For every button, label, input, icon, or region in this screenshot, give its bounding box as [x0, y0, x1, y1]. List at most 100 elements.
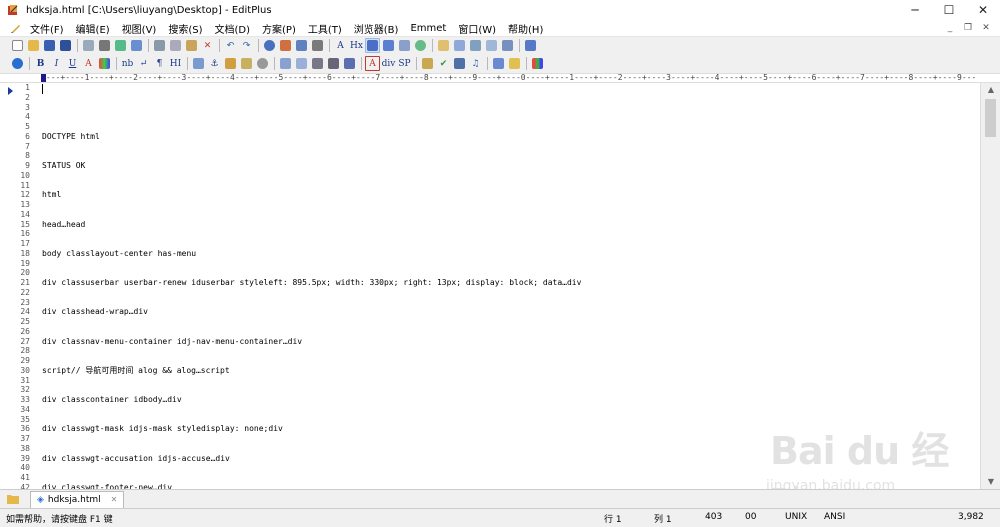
font-size-up-icon[interactable]: A — [333, 38, 348, 53]
span-button[interactable]: SP — [397, 56, 412, 71]
code-line[interactable] — [42, 356, 980, 366]
menu-browser[interactable]: 浏览器(B) — [348, 21, 405, 36]
code-line[interactable] — [42, 288, 980, 298]
open-file-icon[interactable] — [26, 38, 41, 53]
bold-button[interactable]: B — [33, 56, 48, 71]
delete-icon[interactable]: ✕ — [200, 38, 215, 53]
code-line[interactable] — [42, 259, 980, 269]
menu-project[interactable]: 方案(P) — [256, 21, 302, 36]
code-line[interactable] — [42, 473, 980, 483]
code-line[interactable] — [42, 346, 980, 356]
paste-icon[interactable] — [184, 38, 199, 53]
cliptext-window-icon[interactable] — [452, 38, 467, 53]
undo-icon[interactable]: ↶ — [223, 38, 238, 53]
file-tab-hdksja[interactable]: ◈ hdksja.html ✕ — [30, 490, 125, 508]
status-line-ending[interactable]: UNIX — [785, 512, 807, 522]
anchor-icon[interactable]: ⚓ — [207, 56, 222, 71]
pre-tag-icon[interactable] — [310, 56, 325, 71]
vertical-scrollbar[interactable]: ▲ ▼ — [980, 83, 1000, 489]
code-line[interactable] — [42, 93, 980, 103]
close-tab-icon[interactable]: ✕ — [111, 495, 118, 504]
code-line[interactable]: head…head — [42, 220, 980, 230]
redo-icon[interactable]: ↷ — [239, 38, 254, 53]
comment-icon[interactable] — [255, 56, 270, 71]
folder-icon[interactable] — [6, 493, 20, 505]
menu-emmet[interactable]: Emmet — [404, 23, 452, 34]
print-icon[interactable] — [97, 38, 112, 53]
line-break-button[interactable]: ↵ — [136, 56, 151, 71]
preferences-icon[interactable] — [413, 38, 428, 53]
code-line[interactable] — [42, 229, 980, 239]
goto-line-icon[interactable] — [310, 38, 325, 53]
save-all-icon[interactable] — [58, 38, 73, 53]
color-picker-icon[interactable] — [491, 56, 506, 71]
table-icon[interactable] — [278, 56, 293, 71]
color-palette-icon[interactable] — [97, 56, 112, 71]
code-line[interactable]: div classnav-menu-container idj-nav-menu… — [42, 337, 980, 347]
palette-icon[interactable] — [530, 56, 545, 71]
menu-document[interactable]: 文档(D) — [209, 21, 257, 36]
code-line[interactable] — [42, 83, 980, 93]
code-text-area[interactable]: DOCTYPE html STATUS OK html head…head body c… — [42, 83, 980, 489]
music-icon[interactable]: ♫ — [468, 56, 483, 71]
spell-check-icon[interactable] — [113, 38, 128, 53]
nbsp-button[interactable]: nb — [120, 56, 135, 71]
code-line[interactable] — [42, 434, 980, 444]
hex-view-icon[interactable]: Hx — [349, 38, 364, 53]
cut-icon[interactable] — [152, 38, 167, 53]
text-style-button[interactable]: A — [365, 56, 380, 71]
line-number-icon[interactable] — [381, 38, 396, 53]
char-map-icon[interactable] — [507, 56, 522, 71]
code-line[interactable]: STATUS OK — [42, 161, 980, 171]
doc-minimize-button[interactable]: _ — [944, 22, 956, 34]
link-icon[interactable] — [223, 56, 238, 71]
doc-close-button[interactable]: ✕ — [980, 22, 992, 34]
code-line[interactable]: div classhead-wrap…div — [42, 307, 980, 317]
code-line[interactable] — [42, 327, 980, 337]
code-line[interactable] — [42, 210, 980, 220]
code-line[interactable]: div classuserbar userbar-renew iduserbar… — [42, 278, 980, 288]
code-line[interactable] — [42, 122, 980, 132]
menu-help[interactable]: 帮助(H) — [502, 21, 549, 36]
doc-restore-button[interactable]: ❐ — [962, 22, 974, 34]
minimize-button[interactable]: ─ — [898, 0, 932, 20]
ftp-upload-icon[interactable] — [129, 38, 144, 53]
menu-view[interactable]: 视图(V) — [116, 21, 163, 36]
directory-window-icon[interactable] — [436, 38, 451, 53]
code-line[interactable]: div classcontainer idbody…div — [42, 395, 980, 405]
copy-icon[interactable] — [168, 38, 183, 53]
form-icon[interactable] — [294, 56, 309, 71]
split-window-icon[interactable] — [484, 38, 499, 53]
scrollbar-thumb[interactable] — [985, 99, 996, 137]
print-preview-icon[interactable] — [81, 38, 96, 53]
menu-edit[interactable]: 编辑(E) — [70, 21, 116, 36]
find-in-files-icon[interactable] — [294, 38, 309, 53]
pre-text-icon[interactable] — [326, 56, 341, 71]
editplus-app-icon[interactable] — [6, 3, 20, 17]
editor-pane[interactable]: 1 2 3 4 5 6 7 8 9 10 11 12 13 14 15 16 17 18 19 20 21 22 23 24 2… — [0, 83, 980, 489]
word-wrap-icon[interactable] — [365, 38, 380, 53]
code-line[interactable] — [42, 463, 980, 473]
code-line[interactable]: div classwgt-accusation idjs-accuse…div — [42, 454, 980, 464]
maximize-button[interactable]: ☐ — [932, 0, 966, 20]
find-icon[interactable] — [262, 38, 277, 53]
code-line[interactable] — [42, 298, 980, 308]
code-line[interactable] — [42, 385, 980, 395]
output-window-icon[interactable] — [468, 38, 483, 53]
menu-tools[interactable]: 工具(T) — [302, 21, 348, 36]
code-line[interactable] — [42, 405, 980, 415]
menu-search[interactable]: 搜索(S) — [162, 21, 208, 36]
code-line[interactable] — [42, 317, 980, 327]
code-line[interactable] — [42, 376, 980, 386]
code-line[interactable] — [42, 151, 980, 161]
validate-icon[interactable]: ✔ — [436, 56, 451, 71]
help-icon[interactable] — [523, 38, 538, 53]
underline-button[interactable]: U — [65, 56, 80, 71]
paragraph-button[interactable]: ¶ — [152, 56, 167, 71]
ruler-icon[interactable] — [397, 38, 412, 53]
edit-tag-icon[interactable] — [239, 56, 254, 71]
code-line[interactable] — [42, 200, 980, 210]
close-window-button[interactable]: ✕ — [966, 0, 1000, 20]
scroll-down-button[interactable]: ▼ — [981, 475, 1000, 489]
code-line[interactable] — [42, 103, 980, 113]
